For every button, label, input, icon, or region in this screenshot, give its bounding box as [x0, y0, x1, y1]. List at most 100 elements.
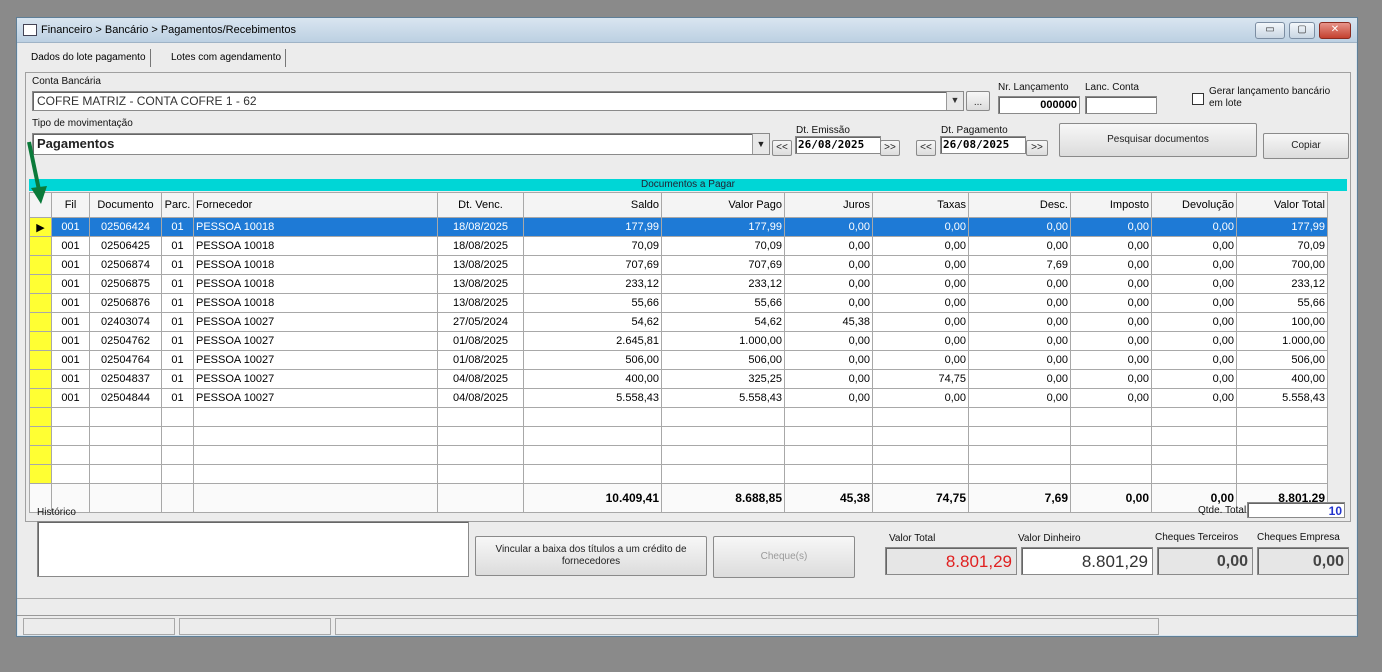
cell-fornecedor[interactable]: PESSOA 10027 — [193, 350, 438, 370]
cell-devolucao[interactable]: 0,00 — [1151, 388, 1237, 408]
col-header-juros[interactable]: Juros — [784, 192, 873, 218]
cell-devolucao[interactable]: 0,00 — [1151, 293, 1237, 313]
cell-valor-total[interactable]: 177,99 — [1236, 217, 1328, 237]
cell-fil[interactable]: 001 — [51, 350, 90, 370]
cell-desc[interactable]: 0,00 — [968, 274, 1071, 294]
table-row[interactable]: 001 02403074 01 PESSOA 10027 27/05/2024 54,62… — [29, 312, 1328, 332]
col-header-valor-pago[interactable]: Valor Pago — [661, 192, 785, 218]
row-indicator[interactable] — [29, 388, 52, 408]
gerar-lancamento-checkbox[interactable] — [1192, 93, 1204, 105]
row-indicator[interactable] — [29, 274, 52, 294]
col-header-fil[interactable]: Fil — [51, 192, 90, 218]
cell-dt-venc[interactable]: 13/08/2025 — [437, 255, 524, 275]
emissao-prev-button[interactable]: << — [772, 140, 792, 156]
cell-saldo[interactable]: 233,12 — [523, 274, 662, 294]
cell-saldo[interactable]: 177,99 — [523, 217, 662, 237]
cell-documento[interactable]: 02403074 — [89, 312, 162, 332]
row-indicator[interactable] — [29, 293, 52, 313]
cell-valor-total[interactable]: 400,00 — [1236, 369, 1328, 389]
cell-valor-pago[interactable]: 70,09 — [661, 236, 785, 256]
cell-taxas[interactable]: 0,00 — [872, 236, 969, 256]
cell-imposto[interactable]: 0,00 — [1070, 369, 1152, 389]
cell-desc[interactable]: 0,00 — [968, 350, 1071, 370]
cell-fornecedor[interactable]: PESSOA 10018 — [193, 217, 438, 237]
cell-juros[interactable]: 0,00 — [784, 369, 873, 389]
cell-imposto[interactable]: 0,00 — [1070, 217, 1152, 237]
table-row[interactable]: 001 02506425 01 PESSOA 10018 18/08/2025 70,09… — [29, 236, 1328, 256]
cell-valor-pago[interactable]: 177,99 — [661, 217, 785, 237]
cell-juros[interactable]: 0,00 — [784, 331, 873, 351]
cell-imposto[interactable]: 0,00 — [1070, 255, 1152, 275]
col-header-taxas[interactable]: Taxas — [872, 192, 969, 218]
cell-parc[interactable]: 01 — [161, 331, 194, 351]
cell-dt-venc[interactable]: 13/08/2025 — [437, 293, 524, 313]
row-indicator[interactable] — [29, 369, 52, 389]
cell-saldo[interactable]: 400,00 — [523, 369, 662, 389]
cell-documento[interactable]: 02506874 — [89, 255, 162, 275]
cell-devolucao[interactable]: 0,00 — [1151, 236, 1237, 256]
cell-fornecedor[interactable]: PESSOA 10018 — [193, 293, 438, 313]
dt-pagamento-field[interactable]: 26/08/2025 — [940, 136, 1026, 154]
cell-devolucao[interactable]: 0,00 — [1151, 255, 1237, 275]
cell-parc[interactable]: 01 — [161, 369, 194, 389]
cell-imposto[interactable]: 0,00 — [1070, 293, 1152, 313]
copiar-button[interactable]: Copiar — [1263, 133, 1349, 159]
table-row[interactable]: 001 02504837 01 PESSOA 10027 04/08/2025 400,0… — [29, 369, 1328, 389]
cell-desc[interactable]: 0,00 — [968, 217, 1071, 237]
valor-dinheiro-field[interactable]: 8.801,29 — [1021, 547, 1153, 575]
cell-parc[interactable]: 01 — [161, 255, 194, 275]
cell-fil[interactable]: 001 — [51, 312, 90, 332]
cell-saldo[interactable]: 5.558,43 — [523, 388, 662, 408]
table-row[interactable]: 001 02504844 01 PESSOA 10027 04/08/2025 5.558… — [29, 388, 1328, 408]
cell-fornecedor[interactable]: PESSOA 10027 — [193, 369, 438, 389]
lanc-conta-field[interactable] — [1085, 96, 1157, 114]
cell-saldo[interactable]: 707,69 — [523, 255, 662, 275]
cell-desc[interactable]: 0,00 — [968, 369, 1071, 389]
pagamento-prev-button[interactable]: << — [916, 140, 936, 156]
cell-devolucao[interactable]: 0,00 — [1151, 217, 1237, 237]
cell-fornecedor[interactable]: PESSOA 10027 — [193, 312, 438, 332]
cell-dt-venc[interactable]: 04/08/2025 — [437, 388, 524, 408]
emissao-next-button[interactable]: >> — [880, 140, 900, 156]
cell-valor-total[interactable]: 100,00 — [1236, 312, 1328, 332]
cell-valor-total[interactable]: 55,66 — [1236, 293, 1328, 313]
cell-dt-venc[interactable]: 04/08/2025 — [437, 369, 524, 389]
cell-valor-total[interactable]: 70,09 — [1236, 236, 1328, 256]
cell-taxas[interactable]: 0,00 — [872, 217, 969, 237]
table-row[interactable]: 001 02504764 01 PESSOA 10027 01/08/2025 506,0… — [29, 350, 1328, 370]
cell-saldo[interactable]: 506,00 — [523, 350, 662, 370]
cell-juros[interactable]: 0,00 — [784, 350, 873, 370]
table-row[interactable]: 001 02506875 01 PESSOA 10018 13/08/2025 233,1… — [29, 274, 1328, 294]
cell-parc[interactable]: 01 — [161, 236, 194, 256]
cell-valor-total[interactable]: 5.558,43 — [1236, 388, 1328, 408]
documentos-grid[interactable]: Fil Documento Parc. Fornecedor Dt. Venc.… — [29, 192, 1328, 513]
cell-imposto[interactable]: 0,00 — [1070, 388, 1152, 408]
cell-parc[interactable]: 01 — [161, 350, 194, 370]
cell-dt-venc[interactable]: 13/08/2025 — [437, 274, 524, 294]
chevron-down-icon[interactable]: ▼ — [946, 92, 963, 110]
pesquisar-documentos-button[interactable]: Pesquisar documentos — [1059, 123, 1257, 157]
cell-parc[interactable]: 01 — [161, 217, 194, 237]
col-header-devolucao[interactable]: Devolução — [1151, 192, 1237, 218]
tab-dados-lote[interactable]: Dados do lote pagamento — [27, 49, 151, 67]
conta-bancaria-select[interactable]: COFRE MATRIZ - CONTA COFRE 1 - 62 ▼ — [32, 91, 964, 111]
col-header-desc[interactable]: Desc. — [968, 192, 1071, 218]
cell-valor-pago[interactable]: 233,12 — [661, 274, 785, 294]
cell-devolucao[interactable]: 0,00 — [1151, 274, 1237, 294]
minimize-button[interactable]: ▭ — [1255, 22, 1285, 39]
cell-devolucao[interactable]: 0,00 — [1151, 369, 1237, 389]
cell-dt-venc[interactable]: 18/08/2025 — [437, 236, 524, 256]
cell-devolucao[interactable]: 0,00 — [1151, 312, 1237, 332]
cell-parc[interactable]: 01 — [161, 274, 194, 294]
cell-documento[interactable]: 02504837 — [89, 369, 162, 389]
cell-taxas[interactable]: 0,00 — [872, 350, 969, 370]
cell-documento[interactable]: 02504844 — [89, 388, 162, 408]
col-header-dt-venc[interactable]: Dt. Venc. — [437, 192, 524, 218]
cell-imposto[interactable]: 0,00 — [1070, 274, 1152, 294]
table-row[interactable]: 001 02506874 01 PESSOA 10018 13/08/2025 707,6… — [29, 255, 1328, 275]
cell-documento[interactable]: 02506876 — [89, 293, 162, 313]
cell-fornecedor[interactable]: PESSOA 10027 — [193, 331, 438, 351]
cell-devolucao[interactable]: 0,00 — [1151, 331, 1237, 351]
cell-fornecedor[interactable]: PESSOA 10018 — [193, 236, 438, 256]
table-row[interactable]: 001 02506876 01 PESSOA 10018 13/08/2025 55,66… — [29, 293, 1328, 313]
